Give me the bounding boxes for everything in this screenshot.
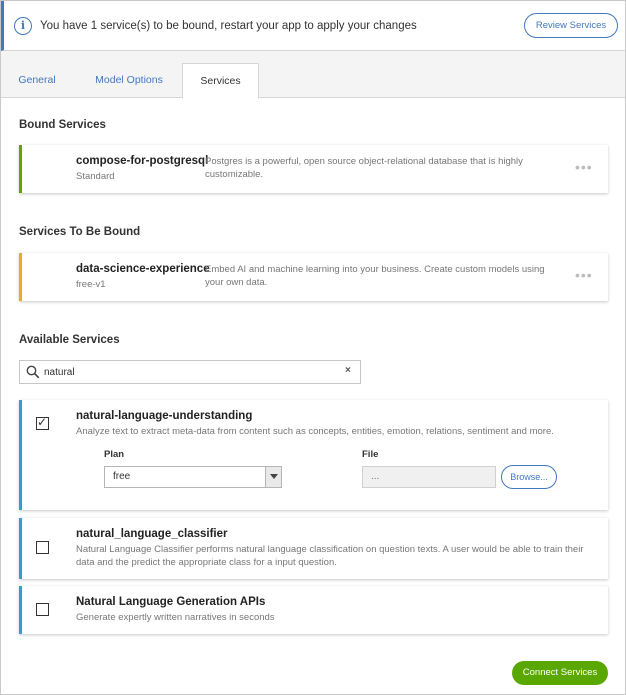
info-icon: i <box>14 17 32 35</box>
to-be-bound-title: Services To Be Bound <box>19 226 141 238</box>
pending-service-card: data-science-experience free-v1 Embed AI… <box>19 253 608 301</box>
file-label: File <box>362 449 379 460</box>
services-panel: i You have 1 service(s) to be bound, res… <box>0 0 626 695</box>
service-description: Analyze text to extract meta-data from c… <box>76 426 554 437</box>
search-input[interactable] <box>44 364 334 380</box>
service-name: Natural Language Generation APIs <box>76 596 266 608</box>
plan-select[interactable]: free <box>104 466 282 488</box>
search-icon <box>26 365 40 379</box>
connect-services-button[interactable]: Connect Services <box>512 661 608 685</box>
service-checkbox[interactable]: ✓ <box>36 415 49 430</box>
overflow-menu-icon[interactable]: ••• <box>575 267 593 283</box>
service-description: Generate expertly written narratives in … <box>76 612 275 623</box>
notification-message: You have 1 service(s) to be bound, resta… <box>40 20 417 32</box>
service-description: Embed AI and machine learning into your … <box>205 264 545 288</box>
checkmark-icon: ✓ <box>37 415 48 429</box>
bound-services-title: Bound Services <box>19 119 106 131</box>
service-checkbox[interactable] <box>36 603 49 616</box>
service-search: × <box>19 360 361 384</box>
tab-services[interactable]: Services <box>182 63 259 99</box>
review-services-button[interactable]: Review Services <box>524 13 618 38</box>
service-name: natural_language_classifier <box>76 528 228 540</box>
clear-search-icon[interactable]: × <box>345 365 351 376</box>
tab-bar: General Model Options Services <box>1 51 625 99</box>
notification-banner: i You have 1 service(s) to be bound, res… <box>1 1 625 51</box>
plan-select-value: free <box>113 471 131 482</box>
overflow-menu-icon[interactable]: ••• <box>575 159 593 175</box>
available-services-title: Available Services <box>19 334 120 346</box>
browse-button[interactable]: Browse... <box>501 465 557 489</box>
available-service-card: natural_language_classifier Natural Lang… <box>19 518 608 579</box>
tab-general[interactable]: General <box>11 63 63 98</box>
available-service-card: Natural Language Generation APIs Generat… <box>19 586 608 634</box>
service-plan: Standard <box>76 171 115 182</box>
bound-service-card: compose-for-postgresql Standard Postgres… <box>19 145 608 193</box>
available-service-card: ✓ natural-language-understanding Analyze… <box>19 400 608 510</box>
tab-model-options[interactable]: Model Options <box>87 63 171 98</box>
plan-label: Plan <box>104 449 125 460</box>
service-description: Postgres is a powerful, open source obje… <box>205 156 523 180</box>
service-plan: free-v1 <box>76 279 106 290</box>
file-field[interactable]: ... <box>362 466 496 488</box>
service-description: Natural Language Classifier performs nat… <box>76 544 584 568</box>
service-name: natural-language-understanding <box>76 410 253 422</box>
service-checkbox[interactable] <box>36 541 49 554</box>
service-name: data-science-experience <box>76 263 210 275</box>
chevron-down-icon <box>265 467 281 487</box>
service-name: compose-for-postgresql <box>76 155 209 167</box>
